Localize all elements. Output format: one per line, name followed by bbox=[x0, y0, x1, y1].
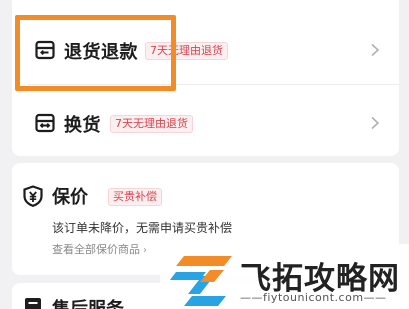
box-exchange-icon bbox=[35, 113, 55, 133]
price-protection-description: 该订单未降价，无需申请买贵补偿 bbox=[52, 221, 233, 235]
refund-highlight-frame bbox=[15, 15, 176, 91]
exchange-badge: 7天无理由退货 bbox=[110, 115, 193, 133]
watermark-logo-icon bbox=[170, 256, 232, 306]
watermark-url: ——fiytounicont.com—— bbox=[240, 291, 387, 304]
price-protection-title: 保价 bbox=[52, 187, 88, 208]
exchange-title: 换货 bbox=[64, 115, 101, 136]
view-all-link-label: 查看全部保价商品 bbox=[52, 243, 140, 256]
exchange-option[interactable]: 换货 7天无理由退货 bbox=[12, 101, 399, 145]
view-all-protected-items-link[interactable]: 查看全部保价商品 › bbox=[52, 241, 147, 257]
price-protection-badge: 买贵补偿 bbox=[108, 188, 162, 206]
chevron-right-icon bbox=[371, 43, 380, 57]
after-sales-title: 售后服务 bbox=[52, 295, 124, 309]
yuan-shield-icon bbox=[23, 185, 43, 207]
chevron-right-icon: › bbox=[143, 245, 147, 256]
site-watermark: 飞拓攻略网 ——fiytounicont.com—— bbox=[160, 244, 409, 309]
service-icon bbox=[25, 298, 41, 309]
chevron-right-icon bbox=[371, 116, 380, 130]
